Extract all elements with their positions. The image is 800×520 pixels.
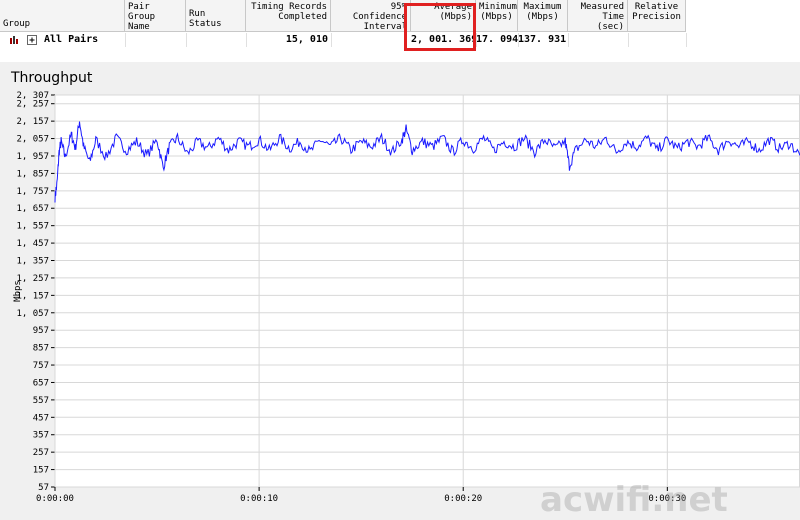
column-divider xyxy=(686,33,687,47)
group-name: All Pairs xyxy=(44,34,99,45)
maximum-value: 137. 931 xyxy=(518,34,567,45)
y-tick-label: 1, 357 xyxy=(16,257,49,267)
y-tick-label: 1, 457 xyxy=(16,239,49,249)
average-highlight-box xyxy=(404,3,476,51)
header-minimum[interactable]: Minimum (Mbps) xyxy=(476,0,518,32)
y-tick-label: 1, 857 xyxy=(16,169,49,179)
y-tick-label: 1, 757 xyxy=(16,187,49,197)
y-tick-label: 2, 257 xyxy=(16,100,49,110)
x-tick-label: 0:00:20 xyxy=(444,494,482,504)
y-tick-label: 1, 657 xyxy=(16,204,49,214)
column-divider xyxy=(568,33,569,47)
group-icon xyxy=(9,35,19,49)
y-axis-label: Mbps xyxy=(13,280,23,302)
column-divider xyxy=(476,33,477,47)
y-tick-label: 157 xyxy=(33,466,49,476)
header-group[interactable]: Group xyxy=(0,0,125,32)
header-confidence-interval[interactable]: 95% Confidence Interval xyxy=(331,0,411,32)
y-tick-label: 1, 957 xyxy=(16,152,49,162)
x-tick-label: 0:00:10 xyxy=(240,494,278,504)
column-divider xyxy=(518,33,519,47)
y-tick-label: 1, 557 xyxy=(16,222,49,232)
throughput-chart-panel: Throughput 2, 307 2, 257 2, 157 2, 057 1, 95… xyxy=(0,62,800,520)
y-tick-label: 657 xyxy=(33,378,49,388)
expand-icon[interactable] xyxy=(27,35,37,49)
x-tick-label: 0:00:00 xyxy=(36,494,74,504)
header-timing-records[interactable]: Timing Records Completed xyxy=(246,0,331,32)
column-divider xyxy=(331,33,332,47)
y-tick-label: 957 xyxy=(33,326,49,336)
minimum-value: 17. 094 xyxy=(476,34,519,45)
y-tick-label: 357 xyxy=(33,431,49,441)
timing-records-value: 15, 010 xyxy=(285,34,328,45)
y-tick-label: 57 xyxy=(38,483,49,493)
column-divider xyxy=(186,33,187,47)
throughput-chart: 2, 3072, 2572, 1572, 0571, 9571, 8571, 7… xyxy=(13,91,800,504)
column-divider xyxy=(628,33,629,47)
y-tick-label: 757 xyxy=(33,361,49,371)
column-divider xyxy=(125,33,126,47)
y-tick-label: 2, 157 xyxy=(16,117,49,127)
header-maximum[interactable]: Maximum (Mbps) xyxy=(518,0,568,32)
y-tick-label: 1, 057 xyxy=(16,309,49,319)
y-tick-label: 557 xyxy=(33,396,49,406)
y-tick-label: 2, 057 xyxy=(16,135,49,145)
header-run-status[interactable]: Run Status xyxy=(186,0,246,32)
header-pair-group-name[interactable]: Pair Group Name xyxy=(125,0,186,32)
y-tick-label: 257 xyxy=(33,448,49,458)
header-relative-precision[interactable]: Relative Precision xyxy=(628,0,686,32)
column-divider xyxy=(246,33,247,47)
header-measured-time[interactable]: Measured Time (sec) xyxy=(568,0,628,32)
y-tick-label: 857 xyxy=(33,344,49,354)
watermark-text: acwifi.net xyxy=(540,480,728,520)
y-tick-label: 457 xyxy=(33,413,49,423)
results-table: Group Pair Group Name Run Status Timing … xyxy=(0,0,800,62)
table-row[interactable]: All Pairs 15, 010 2, 001. 369 17. 094 13… xyxy=(0,33,800,47)
